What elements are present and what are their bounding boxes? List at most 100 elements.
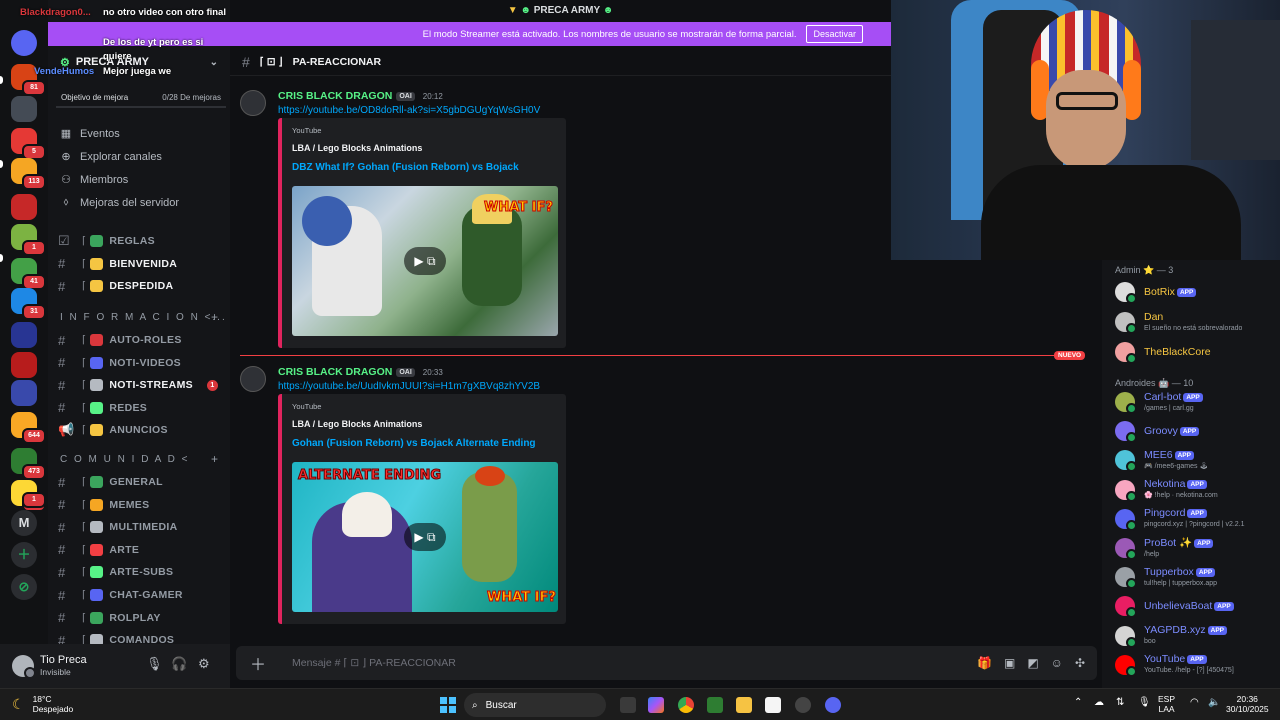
member-item[interactable]: UnbelievaBoat APP: [1115, 592, 1275, 620]
channel-name: AUTO-ROLES: [109, 334, 182, 347]
channel-memes[interactable]: # ⌈ MEMES: [48, 493, 230, 516]
obs-icon[interactable]: [795, 697, 811, 713]
hash-icon: #: [58, 256, 66, 272]
channel-noti-streams[interactable]: # ⌈ NOTI-STREAMS 1: [48, 374, 230, 397]
apps-icon[interactable]: ✣: [1075, 656, 1085, 670]
clock[interactable]: 20:36 30/10/2025: [1226, 694, 1269, 714]
channel-reglas[interactable]: ☑ ⌈ REGLAS: [48, 230, 230, 253]
wifi-icon[interactable]: ◠: [1190, 697, 1199, 708]
sidebar-item-eventos[interactable]: ▦ Eventos: [48, 122, 230, 145]
play-icon[interactable]: ▶ ⧉: [404, 247, 446, 275]
embed-channel[interactable]: LBA / Lego Blocks Animations: [292, 143, 422, 153]
search-box[interactable]: ⌕ Buscar: [464, 693, 606, 717]
member-item[interactable]: Groovy APP: [1115, 417, 1275, 445]
channel-bienvenida[interactable]: # ⌈ BIENVENIDA: [48, 253, 230, 276]
member-item[interactable]: Tupperbox APP tul!help | tupperbox.app: [1115, 563, 1275, 591]
add-channel-icon[interactable]: +: [211, 310, 218, 324]
channel-despedida[interactable]: # ⌈ DESPEDIDA: [48, 275, 230, 298]
emoji-icon[interactable]: ☺: [1051, 656, 1063, 670]
add-channel-icon[interactable]: +: [211, 452, 218, 466]
cloud-icon[interactable]: ☁: [1094, 697, 1104, 708]
unread-badge: 1: [207, 379, 218, 391]
message-composer[interactable]: ＋ Mensaje # ⌈ ⊡ ⌋ PA-REACCIONAR 🎁 ▣ ◩ ☺ …: [236, 646, 1097, 680]
discover-icon[interactable]: ⊘: [11, 574, 37, 600]
member-item[interactable]: TheBlackCore: [1115, 338, 1275, 366]
channel-name: DESPEDIDA: [109, 280, 174, 293]
store-icon[interactable]: [765, 697, 781, 713]
member-item[interactable]: BotRix APP: [1115, 278, 1275, 306]
avatar: [1115, 342, 1137, 364]
weather-widget[interactable]: ☾ 18°C Despejado: [12, 694, 73, 714]
channel-auto-roles[interactable]: # ⌈ AUTO-ROLES: [48, 329, 230, 352]
gear-icon[interactable]: ⚙: [198, 656, 210, 672]
headphones-icon[interactable]: 🎧: [171, 656, 187, 672]
play-icon[interactable]: ▶ ⧉: [404, 523, 446, 551]
message-author[interactable]: CRIS BLACK DRAGON: [278, 366, 392, 378]
member-item[interactable]: Dan El sueño no está sobrevalorado: [1115, 308, 1275, 336]
language-indicator[interactable]: ESP LAA: [1158, 694, 1175, 714]
embed-title[interactable]: DBZ What If? Gohan (Fusion Reborn) vs Bo…: [292, 162, 519, 173]
avatar[interactable]: [240, 366, 266, 392]
avatar[interactable]: [240, 90, 266, 116]
member-item[interactable]: YAGPDB.xyz APP boo: [1115, 622, 1275, 650]
microphone-icon[interactable]: 🎙: [146, 656, 163, 672]
add-attachment-icon[interactable]: ＋: [250, 651, 278, 675]
member-item[interactable]: ProBot ✨ APP/help: [1115, 534, 1275, 562]
chrome-icon[interactable]: [678, 697, 694, 713]
copilot-icon[interactable]: [648, 697, 664, 713]
chevron-up-icon[interactable]: ⌃: [1074, 697, 1082, 708]
channel-anuncios[interactable]: 📢 ⌈ ANUNCIOS: [48, 419, 230, 442]
member-item[interactable]: MEE6 APP 🎮 /mee6-games 🕹: [1115, 446, 1275, 474]
channel-rolplay[interactable]: # ⌈ ROLPLAY: [48, 606, 230, 629]
video-thumbnail[interactable]: ALTERNATE ENDING WHAT IF? ▶ ⧉: [292, 462, 558, 612]
server-icon[interactable]: [11, 352, 37, 378]
member-name: Nekotina: [1144, 478, 1186, 491]
category-informacion[interactable]: I N F O R M A C I O N <... +: [48, 306, 230, 329]
network-icon[interactable]: ⇅: [1116, 697, 1124, 708]
embed-channel[interactable]: LBA / Lego Blocks Animations: [292, 419, 422, 429]
deactivate-button[interactable]: Desactivar: [806, 25, 863, 43]
category-comunidad[interactable]: C O M U N I D A D < +: [48, 448, 230, 471]
channel-emoji-icon: [90, 589, 104, 602]
sticker-icon[interactable]: ◩: [1027, 656, 1038, 670]
add-server-icon[interactable]: ＋: [11, 542, 37, 568]
unread-badge: 644: [22, 428, 46, 444]
channel-redes[interactable]: # ⌈ REDES: [48, 397, 230, 420]
sidebar-item-explorar-canales[interactable]: ⊕ Explorar canales: [48, 145, 230, 168]
streamer-notice: El modo Streamer está activado. Los nomb…: [422, 28, 797, 40]
server-icon[interactable]: [11, 194, 37, 220]
channel-arte[interactable]: # ⌈ ARTE: [48, 539, 230, 562]
message-link[interactable]: https://youtube.be/UudIvkmJUUI?si=H1m7gX…: [278, 381, 540, 392]
member-item[interactable]: YouTube APP YouTube. /help - [?] [450475]: [1115, 651, 1275, 679]
start-button[interactable]: [440, 697, 456, 713]
microphone-icon[interactable]: 🎙: [1138, 697, 1151, 708]
channel-general[interactable]: # ⌈ GENERAL: [48, 471, 230, 494]
sidebar-item-mejoras-del-servidor[interactable]: ⬨ Mejoras del servidor: [48, 191, 230, 214]
sidebar-item-miembros[interactable]: ⚇ Miembros: [48, 168, 230, 191]
member-name: UnbelievaBoat: [1144, 600, 1213, 613]
member-item[interactable]: Carl-bot APP/games | carl.gg: [1115, 388, 1275, 416]
channel-comandos[interactable]: # ⌈ COMANDOS: [48, 629, 230, 644]
server-icon[interactable]: [11, 322, 37, 348]
message-link[interactable]: https://youtube.be/OD8doRll-ak?si=X5gbDG…: [278, 105, 540, 116]
task-view-icon[interactable]: [620, 697, 636, 713]
file-explorer-icon[interactable]: [736, 697, 752, 713]
minecraft-icon[interactable]: [707, 697, 723, 713]
channel-chat-gamer[interactable]: # ⌈ CHAT-GAMER: [48, 584, 230, 607]
discord-icon[interactable]: [825, 697, 841, 713]
channel-arte-subs[interactable]: # ⌈ ARTE-SUBS: [48, 561, 230, 584]
channel-multimedia[interactable]: # ⌈ MULTIMEDIA: [48, 516, 230, 539]
volume-icon[interactable]: 🔈: [1208, 697, 1220, 708]
member-item[interactable]: Nekotina APP 🌸 !help · nekotina.com: [1115, 476, 1275, 504]
message-author[interactable]: CRIS BLACK DRAGON: [278, 90, 392, 102]
server-letter-icon[interactable]: M: [11, 510, 37, 536]
server-icon[interactable]: [11, 380, 37, 406]
gift-icon[interactable]: 🎁: [977, 656, 992, 670]
video-thumbnail[interactable]: WHAT IF? ▶ ⧉: [292, 186, 558, 336]
embed-title[interactable]: Gohan (Fusion Reborn) vs Bojack Alternat…: [292, 438, 536, 449]
member-item[interactable]: Pingcord APP pingcord.xyz | ?pingcord | v2…: [1115, 505, 1275, 533]
message-input[interactable]: Mensaje # ⌈ ⊡ ⌋ PA-REACCIONAR: [292, 657, 456, 669]
avatar[interactable]: [12, 655, 36, 679]
gif-icon[interactable]: ▣: [1004, 656, 1015, 670]
channel-noti-videos[interactable]: # ⌈ NOTI-VIDEOS: [48, 351, 230, 374]
